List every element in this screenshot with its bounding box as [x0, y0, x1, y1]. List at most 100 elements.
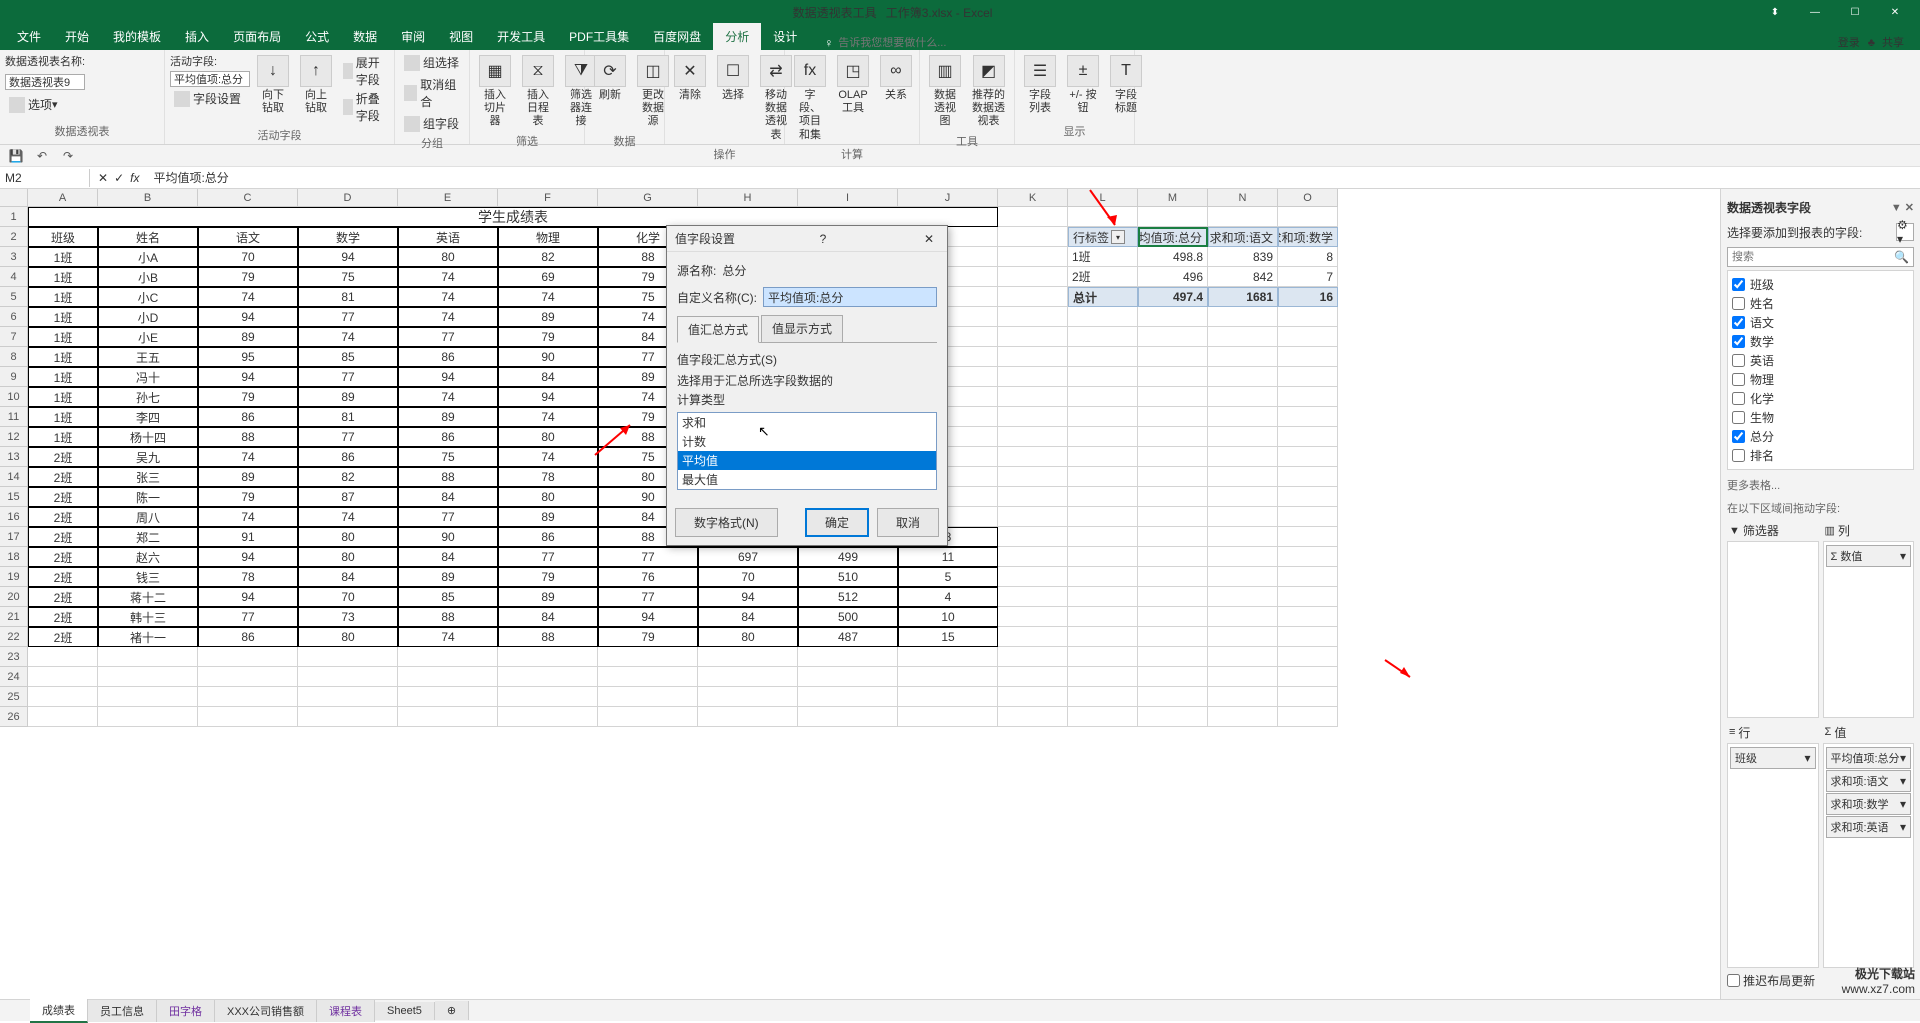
- row-header[interactable]: 4: [0, 267, 28, 287]
- cell[interactable]: [1278, 467, 1338, 487]
- cell[interactable]: [1278, 707, 1338, 727]
- cell[interactable]: [598, 687, 698, 707]
- cell[interactable]: [998, 267, 1068, 287]
- area-item[interactable]: 求和项:数学▾: [1826, 793, 1912, 815]
- cell[interactable]: [698, 667, 798, 687]
- data-cell[interactable]: 74: [498, 447, 598, 467]
- cell[interactable]: [998, 207, 1068, 227]
- row-header[interactable]: 21: [0, 607, 28, 627]
- cell[interactable]: [1138, 467, 1208, 487]
- row-header[interactable]: 19: [0, 567, 28, 587]
- fieldlist-button[interactable]: ☰字段列表: [1020, 53, 1060, 117]
- drill-down-button[interactable]: ↓向下钻取: [253, 53, 293, 117]
- col-header[interactable]: H: [698, 189, 798, 207]
- table-header[interactable]: 语文: [198, 227, 298, 247]
- data-cell[interactable]: 79: [198, 387, 298, 407]
- more-tables-link[interactable]: 更多表格...: [1727, 474, 1914, 496]
- cell[interactable]: [998, 307, 1068, 327]
- cell[interactable]: [498, 687, 598, 707]
- cell[interactable]: [1278, 487, 1338, 507]
- data-cell[interactable]: 1班: [28, 367, 98, 387]
- data-cell[interactable]: 韩十三: [98, 607, 198, 627]
- cell[interactable]: [1138, 547, 1208, 567]
- data-cell[interactable]: 88: [398, 607, 498, 627]
- cell[interactable]: [1208, 627, 1278, 647]
- data-cell[interactable]: 郑二: [98, 527, 198, 547]
- cell[interactable]: [1208, 447, 1278, 467]
- data-cell[interactable]: 74: [398, 287, 498, 307]
- cell[interactable]: [998, 687, 1068, 707]
- row-header[interactable]: 11: [0, 407, 28, 427]
- data-cell[interactable]: 88: [198, 427, 298, 447]
- clear-button[interactable]: ✕清除: [670, 53, 710, 104]
- cell[interactable]: 84: [698, 607, 798, 627]
- cell[interactable]: [1068, 487, 1138, 507]
- pivot-total-label[interactable]: 总计: [1068, 287, 1138, 307]
- data-cell[interactable]: 86: [498, 527, 598, 547]
- data-cell[interactable]: 79: [598, 627, 698, 647]
- data-cell[interactable]: 1班: [28, 427, 98, 447]
- cell[interactable]: [698, 647, 798, 667]
- cell[interactable]: [1278, 687, 1338, 707]
- cell[interactable]: [98, 667, 198, 687]
- data-cell[interactable]: 78: [498, 467, 598, 487]
- cell[interactable]: [298, 647, 398, 667]
- cell[interactable]: 15: [898, 627, 998, 647]
- data-cell[interactable]: 1班: [28, 347, 98, 367]
- tell-me[interactable]: ♀: [824, 36, 988, 50]
- cell[interactable]: [1138, 347, 1208, 367]
- data-cell[interactable]: 吴九: [98, 447, 198, 467]
- pivot-total-val[interactable]: 497.4: [1138, 287, 1208, 307]
- cell[interactable]: [898, 647, 998, 667]
- cell[interactable]: [1068, 507, 1138, 527]
- ribbon-tab-7[interactable]: 审阅: [389, 23, 437, 50]
- data-cell[interactable]: 77: [198, 607, 298, 627]
- data-cell[interactable]: 88: [398, 467, 498, 487]
- cell[interactable]: [1068, 667, 1138, 687]
- cell[interactable]: [28, 667, 98, 687]
- cell[interactable]: [398, 687, 498, 707]
- cell[interactable]: [1208, 667, 1278, 687]
- field-list[interactable]: 班级姓名语文数学英语物理化学生物总分排名: [1727, 270, 1914, 470]
- data-cell[interactable]: 73: [298, 607, 398, 627]
- data-cell[interactable]: 82: [498, 247, 598, 267]
- data-cell[interactable]: 86: [398, 427, 498, 447]
- ribbon-tab-8[interactable]: 视图: [437, 23, 485, 50]
- data-cell[interactable]: 77: [498, 547, 598, 567]
- cell[interactable]: [898, 707, 998, 727]
- cell[interactable]: 80: [698, 627, 798, 647]
- ribbon-tab-13[interactable]: 设计: [761, 23, 809, 50]
- cell[interactable]: [1068, 307, 1138, 327]
- cell[interactable]: [998, 407, 1068, 427]
- cell[interactable]: [898, 687, 998, 707]
- row-header[interactable]: 9: [0, 367, 28, 387]
- cell[interactable]: [1278, 327, 1338, 347]
- new-sheet-button[interactable]: ⊕: [435, 1001, 469, 1020]
- col-header[interactable]: J: [898, 189, 998, 207]
- close-button[interactable]: ✕: [1875, 3, 1915, 23]
- pivot-col-avg[interactable]: 平均值项:总分: [1138, 227, 1208, 247]
- row-header[interactable]: 15: [0, 487, 28, 507]
- cell[interactable]: [998, 547, 1068, 567]
- group-selection-button[interactable]: 组选择: [400, 53, 463, 72]
- cell[interactable]: 500: [798, 607, 898, 627]
- data-cell[interactable]: 94: [198, 587, 298, 607]
- data-cell[interactable]: 94: [498, 387, 598, 407]
- data-cell[interactable]: 77: [598, 547, 698, 567]
- collapse-field-button[interactable]: 折叠字段: [339, 89, 389, 125]
- pivot-val[interactable]: 7: [1278, 267, 1338, 287]
- data-cell[interactable]: 70: [298, 587, 398, 607]
- field-item[interactable]: 物理: [1732, 370, 1909, 389]
- area-item[interactable]: Σ 数值▾: [1826, 545, 1912, 567]
- ribbon-options-icon[interactable]: ⬍: [1755, 3, 1795, 23]
- data-cell[interactable]: 75: [398, 447, 498, 467]
- cell[interactable]: [198, 667, 298, 687]
- data-cell[interactable]: 89: [198, 327, 298, 347]
- data-cell[interactable]: 2班: [28, 567, 98, 587]
- data-cell[interactable]: 钱三: [98, 567, 198, 587]
- cell[interactable]: [1068, 647, 1138, 667]
- cell[interactable]: [198, 647, 298, 667]
- data-cell[interactable]: 2班: [28, 467, 98, 487]
- data-cell[interactable]: 90: [498, 347, 598, 367]
- row-header[interactable]: 8: [0, 347, 28, 367]
